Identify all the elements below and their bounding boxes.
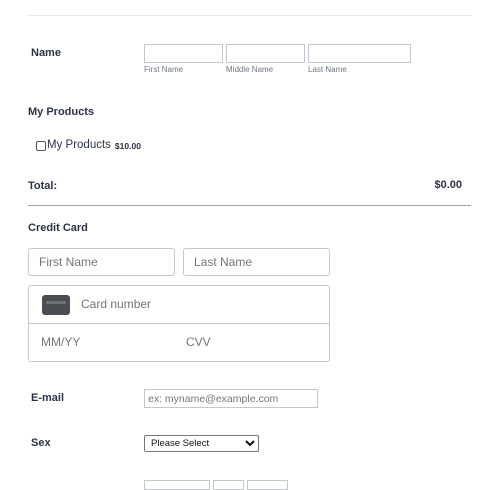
email-field[interactable] xyxy=(144,389,318,408)
product-option[interactable]: My Products $10.00 xyxy=(36,138,141,151)
cc-first-name-field[interactable] xyxy=(28,248,175,276)
credit-card-icon xyxy=(42,295,70,315)
sex-select[interactable]: Please Select xyxy=(144,435,259,452)
sex-label: Sex xyxy=(31,437,51,449)
product-price: $10.00 xyxy=(114,140,141,151)
card-number-field[interactable] xyxy=(81,294,311,314)
next-row-field-2[interactable] xyxy=(213,480,244,490)
middle-name-sublabel: Middle Name xyxy=(226,65,274,74)
product-name: My Products xyxy=(47,138,111,151)
last-name-sublabel: Last Name xyxy=(308,65,347,74)
total-divider xyxy=(28,205,471,206)
last-name-field[interactable] xyxy=(308,44,411,63)
credit-card-section-title: Credit Card xyxy=(28,222,88,234)
total-label: Total: xyxy=(28,180,58,192)
total-value: $0.00 xyxy=(434,179,462,191)
card-details-box xyxy=(28,285,330,362)
middle-name-field[interactable] xyxy=(226,44,305,63)
first-name-sublabel: First Name xyxy=(144,65,184,74)
expiry-field[interactable] xyxy=(41,332,161,352)
cc-last-name-field[interactable] xyxy=(183,248,330,276)
first-name-field[interactable] xyxy=(144,44,223,63)
next-row-field-1[interactable] xyxy=(144,480,210,490)
next-row-field-3[interactable] xyxy=(247,480,288,490)
product-checkbox[interactable] xyxy=(36,141,46,151)
products-section-title: My Products xyxy=(28,106,95,118)
card-box-divider xyxy=(29,323,329,324)
cvv-field[interactable] xyxy=(186,332,306,352)
name-label: Name xyxy=(31,47,61,59)
email-label: E-mail xyxy=(31,392,65,404)
top-divider xyxy=(28,15,472,16)
